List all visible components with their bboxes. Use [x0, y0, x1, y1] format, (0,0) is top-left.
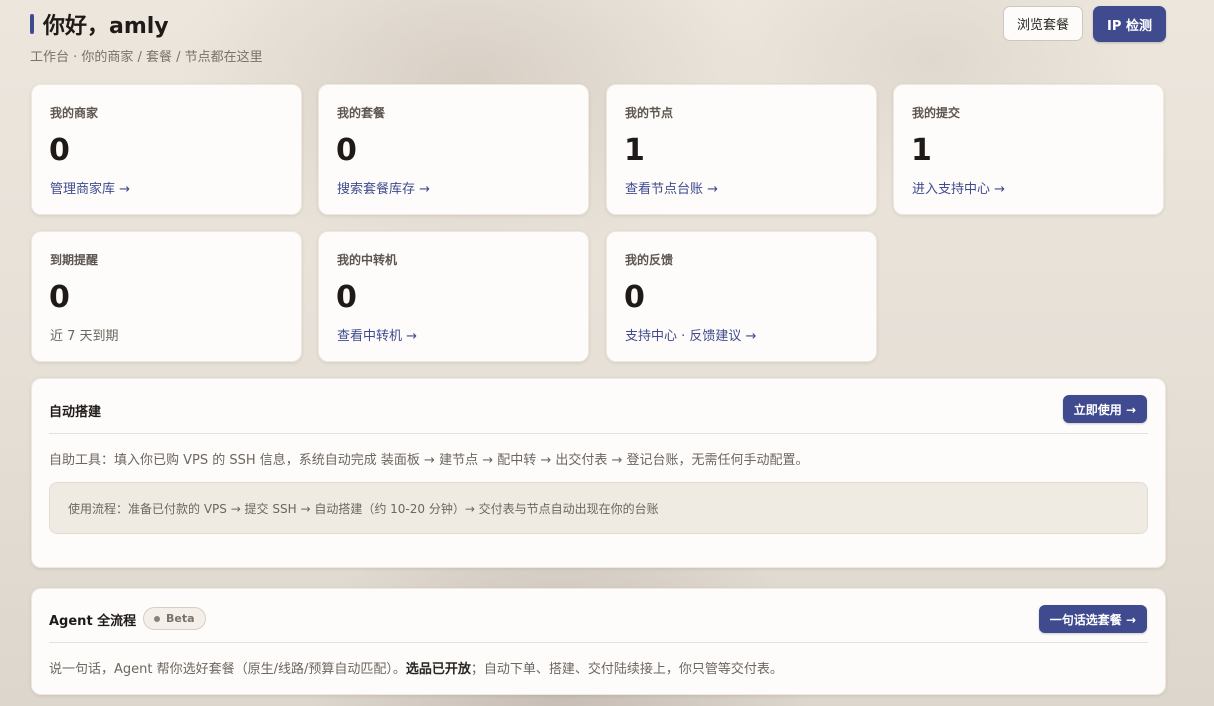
- stat-value: 0: [49, 280, 70, 315]
- stat-value: 0: [336, 280, 357, 315]
- expiry-note: 近 7 天到期: [50, 329, 119, 344]
- stat-label: 我的中转机: [337, 253, 398, 267]
- beta-badge: Beta: [143, 607, 206, 630]
- ip-check-button[interactable]: IP 检测: [1093, 6, 1166, 42]
- stat-label: 我的套餐: [337, 106, 386, 120]
- stat-label: 我的反馈: [625, 253, 674, 267]
- divider: [49, 642, 1148, 643]
- title-accent-bar: [30, 14, 34, 34]
- browse-plans-button[interactable]: 浏览套餐: [1003, 6, 1083, 41]
- stat-card-plans: 我的套餐 0 搜索套餐库存 →: [318, 84, 589, 215]
- agent-panel: Agent 全流程 Beta 一句话选套餐 → 说一句话，Agent 帮你选好套…: [31, 588, 1166, 695]
- stat-value: 0: [49, 133, 70, 168]
- page-subtitle: 工作台 · 你的商家 / 套餐 / 节点都在这里: [30, 50, 263, 65]
- usage-flow-text: 使用流程：准备已付款的 VPS → 提交 SSH → 自动搭建（约 10-20 …: [68, 501, 659, 516]
- stat-label: 我的提交: [912, 106, 961, 120]
- search-plans-link[interactable]: 搜索套餐库存 →: [337, 178, 430, 197]
- stat-card-submissions: 我的提交 1 进入支持中心 →: [893, 84, 1164, 215]
- stat-value: 1: [911, 133, 932, 168]
- page-title: 你好，amly: [43, 14, 169, 39]
- stat-value: 0: [624, 280, 645, 315]
- usage-flow-box: 使用流程：准备已付款的 VPS → 提交 SSH → 自动搭建（约 10-20 …: [49, 482, 1148, 534]
- agent-desc-text: 说一句话，Agent 帮你选好套餐（原生/线路/预算自动匹配）。: [49, 662, 406, 677]
- dot-icon: [154, 615, 160, 622]
- stat-card-merchants: 我的商家 0 管理商家库 →: [31, 84, 302, 215]
- stat-label: 到期提醒: [50, 253, 99, 267]
- stat-label: 我的商家: [50, 106, 99, 120]
- auto-build-description: 自助工具：填入你已购 VPS 的 SSH 信息，系统自动完成 装面板 → 建节点…: [49, 453, 809, 468]
- feedback-link[interactable]: 支持中心 · 反馈建议 →: [625, 325, 756, 344]
- auto-build-title: 自动搭建: [49, 405, 102, 420]
- support-center-link[interactable]: 进入支持中心 →: [912, 178, 1005, 197]
- stat-card-expiry: 到期提醒 0 近 7 天到期: [31, 231, 302, 362]
- agent-description: 说一句话，Agent 帮你选好套餐（原生/线路/预算自动匹配）。选品已开放；自动…: [49, 658, 783, 677]
- stat-label: 我的节点: [625, 106, 674, 120]
- stat-value: 0: [336, 133, 357, 168]
- divider: [49, 433, 1148, 434]
- view-relays-link[interactable]: 查看中转机 →: [337, 325, 417, 344]
- use-now-button[interactable]: 立即使用 →: [1062, 395, 1147, 423]
- stat-card-relays: 我的中转机 0 查看中转机 →: [318, 231, 589, 362]
- view-nodes-link[interactable]: 查看节点台账 →: [625, 178, 718, 197]
- agent-title: Agent 全流程: [49, 614, 137, 629]
- manage-merchants-link[interactable]: 管理商家库 →: [50, 178, 130, 197]
- one-sentence-select-button[interactable]: 一句话选套餐 →: [1038, 605, 1147, 633]
- agent-desc-highlight: 选品已开放: [405, 662, 471, 677]
- page-header: 你好，amly: [30, 8, 169, 40]
- beta-label: Beta: [166, 612, 195, 625]
- stat-value: 1: [624, 133, 645, 168]
- stat-card-feedback: 我的反馈 0 支持中心 · 反馈建议 →: [606, 231, 877, 362]
- stat-card-nodes: 我的节点 1 查看节点台账 →: [606, 84, 877, 215]
- auto-build-panel: 自动搭建 立即使用 → 自助工具：填入你已购 VPS 的 SSH 信息，系统自动…: [31, 378, 1166, 568]
- agent-desc-text-2: ；自动下单、搭建、交付陆续接上，你只管等交付表。: [470, 662, 783, 677]
